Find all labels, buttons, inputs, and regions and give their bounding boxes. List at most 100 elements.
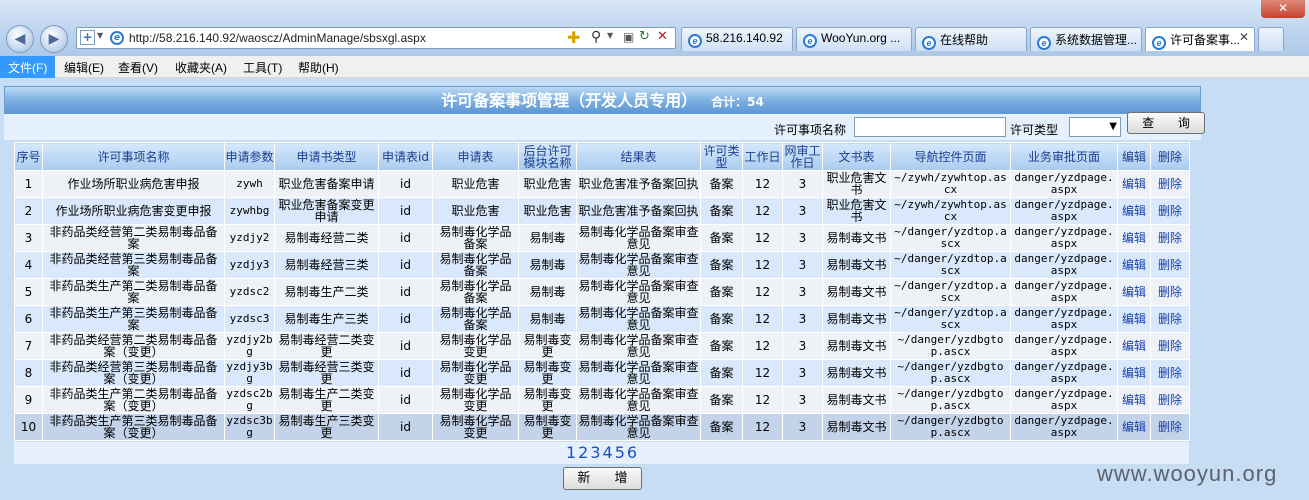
col-header[interactable]: 网审工作日 [782,142,823,171]
online-work-days: 3 [782,251,823,279]
menu-help[interactable]: 帮助(H) [298,59,339,76]
tab-4[interactable]: e 系统数据管理... [1030,27,1142,51]
col-header[interactable]: 文书表 [822,142,891,171]
module-name: 易制毒变更 [518,332,577,360]
item-name: 非药品类经营第二类易制毒品备案 [42,224,225,252]
result-table: 易制毒化学品备案审查意见 [576,386,701,414]
license-type: 备案 [700,278,743,306]
form-type: 职业危害备案变更申请 [274,197,379,225]
close-tab-icon[interactable]: ✕ [1239,30,1249,44]
new-tab-button[interactable] [1258,27,1284,51]
edit-link[interactable]: 编辑 [1122,177,1146,191]
delete-link[interactable]: 删除 [1158,366,1182,380]
delete-link-cell: 删除 [1150,413,1190,441]
search-dropdown-icon[interactable]: ▼ [607,31,613,40]
table-row: 2 作业场所职业病危害变更申报 zywhbg 职业危害备案变更申请 id 职业危害 职业危害… [14,197,1190,225]
delete-link[interactable]: 删除 [1158,285,1182,299]
tab-1[interactable]: e 58.216.140.92 [681,27,793,51]
menu-view[interactable]: 查看(V) [118,59,158,76]
page-link[interactable]: 1 [566,443,576,462]
delete-link[interactable]: 删除 [1158,231,1182,245]
edit-link[interactable]: 编辑 [1122,258,1146,272]
result-table: 易制毒化学品备案审查意见 [576,413,701,441]
nav-control-page: ~/danger/yzdbgtop.ascx [890,413,1011,441]
row-index: 7 [14,332,43,360]
menu-favorites[interactable]: 收藏夹(A) [175,59,227,76]
col-header[interactable]: 序号 [14,142,43,171]
edit-link[interactable]: 编辑 [1122,204,1146,218]
item-name: 非药品类生产第二类易制毒品备案（变更） [42,386,225,414]
stop-icon[interactable]: ✕ [657,29,668,44]
address-bar[interactable]: + ▼ e http://58.216.140.92/waoscz/AdminM… [76,27,676,49]
delete-link[interactable]: 删除 [1158,258,1182,272]
delete-link-cell: 删除 [1150,386,1190,414]
tab-5-active[interactable]: e 许可备案事... ✕ [1145,27,1255,51]
compatibility-view-icon[interactable]: ▣ [623,30,634,44]
doc-table: 易制毒文书 [822,305,891,333]
dropdown-arrow-icon[interactable]: ▼ [97,31,103,40]
delete-link[interactable]: 删除 [1158,393,1182,407]
col-header[interactable]: 后台许可模块名称 [518,142,577,171]
delete-link[interactable]: 删除 [1158,312,1182,326]
delete-link[interactable]: 删除 [1158,420,1182,434]
delete-link-cell: 删除 [1150,170,1190,198]
online-work-days: 3 [782,197,823,225]
compat-icon[interactable]: ✚ [567,28,580,47]
col-header[interactable]: 结果表 [576,142,701,171]
col-header[interactable]: 许可类型 [700,142,743,171]
delete-link[interactable]: 删除 [1158,204,1182,218]
forward-button[interactable]: ▶ [40,25,68,53]
col-header[interactable]: 业务审批页面 [1010,142,1118,171]
item-name: 非药品类生产第三类易制毒品备案 [42,305,225,333]
page-link[interactable]: 3 [590,443,600,462]
page-link[interactable]: 6 [627,443,637,462]
edit-link[interactable]: 编辑 [1122,393,1146,407]
edit-link[interactable]: 编辑 [1122,339,1146,353]
param: zywhbg [224,197,275,225]
search-icon[interactable]: ⚲ [591,29,601,45]
edit-link[interactable]: 编辑 [1122,231,1146,245]
query-button[interactable]: 查 询 [1127,112,1205,134]
col-header[interactable]: 导航控件页面 [890,142,1011,171]
back-button[interactable]: ◀ [6,25,34,53]
delete-link-cell: 删除 [1150,251,1190,279]
result-table: 职业危害准予备案回执 [576,197,701,225]
edit-link[interactable]: 编辑 [1122,366,1146,380]
work-days: 12 [742,386,783,414]
delete-link[interactable]: 删除 [1158,177,1182,191]
name-search-input[interactable] [854,117,1006,137]
online-work-days: 3 [782,359,823,387]
col-header[interactable]: 申请表id [378,142,433,171]
col-header[interactable]: 申请书类型 [274,142,379,171]
data-table: 序号 许可事项名称 申请参数 申请书类型 申请表id 申请表 后台许可模块名称 … [14,142,1190,441]
col-header[interactable]: 工作日 [742,142,783,171]
page-link[interactable]: 2 [578,443,588,462]
work-days: 12 [742,278,783,306]
page-link[interactable]: 5 [615,443,625,462]
edit-link[interactable]: 编辑 [1122,312,1146,326]
edit-link[interactable]: 编辑 [1122,285,1146,299]
page-link[interactable]: 4 [603,443,613,462]
delete-link[interactable]: 删除 [1158,339,1182,353]
menu-edit[interactable]: 编辑(E) [64,59,104,76]
close-window-button[interactable]: ✕ [1261,0,1305,18]
license-type: 备案 [700,332,743,360]
favorites-add-icon[interactable]: + [80,30,95,45]
form-id: id [378,224,433,252]
col-header[interactable]: 申请表 [432,142,519,171]
ie-page-icon: e [110,31,124,45]
col-header[interactable]: 申请参数 [224,142,275,171]
menu-file[interactable]: 文件(F) [0,56,56,78]
type-select[interactable]: ▼ [1069,117,1121,137]
doc-table: 易制毒文书 [822,332,891,360]
search-bar: 许可事项名称 许可类型 ▼ 查 询 [4,112,1205,140]
edit-link[interactable]: 编辑 [1122,420,1146,434]
tab-2[interactable]: e WooYun.org ... [796,27,912,51]
page-title: 许可备案事项管理（开发人员专用） [441,91,698,110]
refresh-icon[interactable]: ↻ [639,29,650,44]
tab-3[interactable]: e 在线帮助 [915,27,1027,51]
col-header[interactable]: 许可事项名称 [42,142,225,171]
menu-tools[interactable]: 工具(T) [243,59,282,76]
module-name: 易制毒变更 [518,359,577,387]
add-button[interactable]: 新 增 [563,467,642,490]
